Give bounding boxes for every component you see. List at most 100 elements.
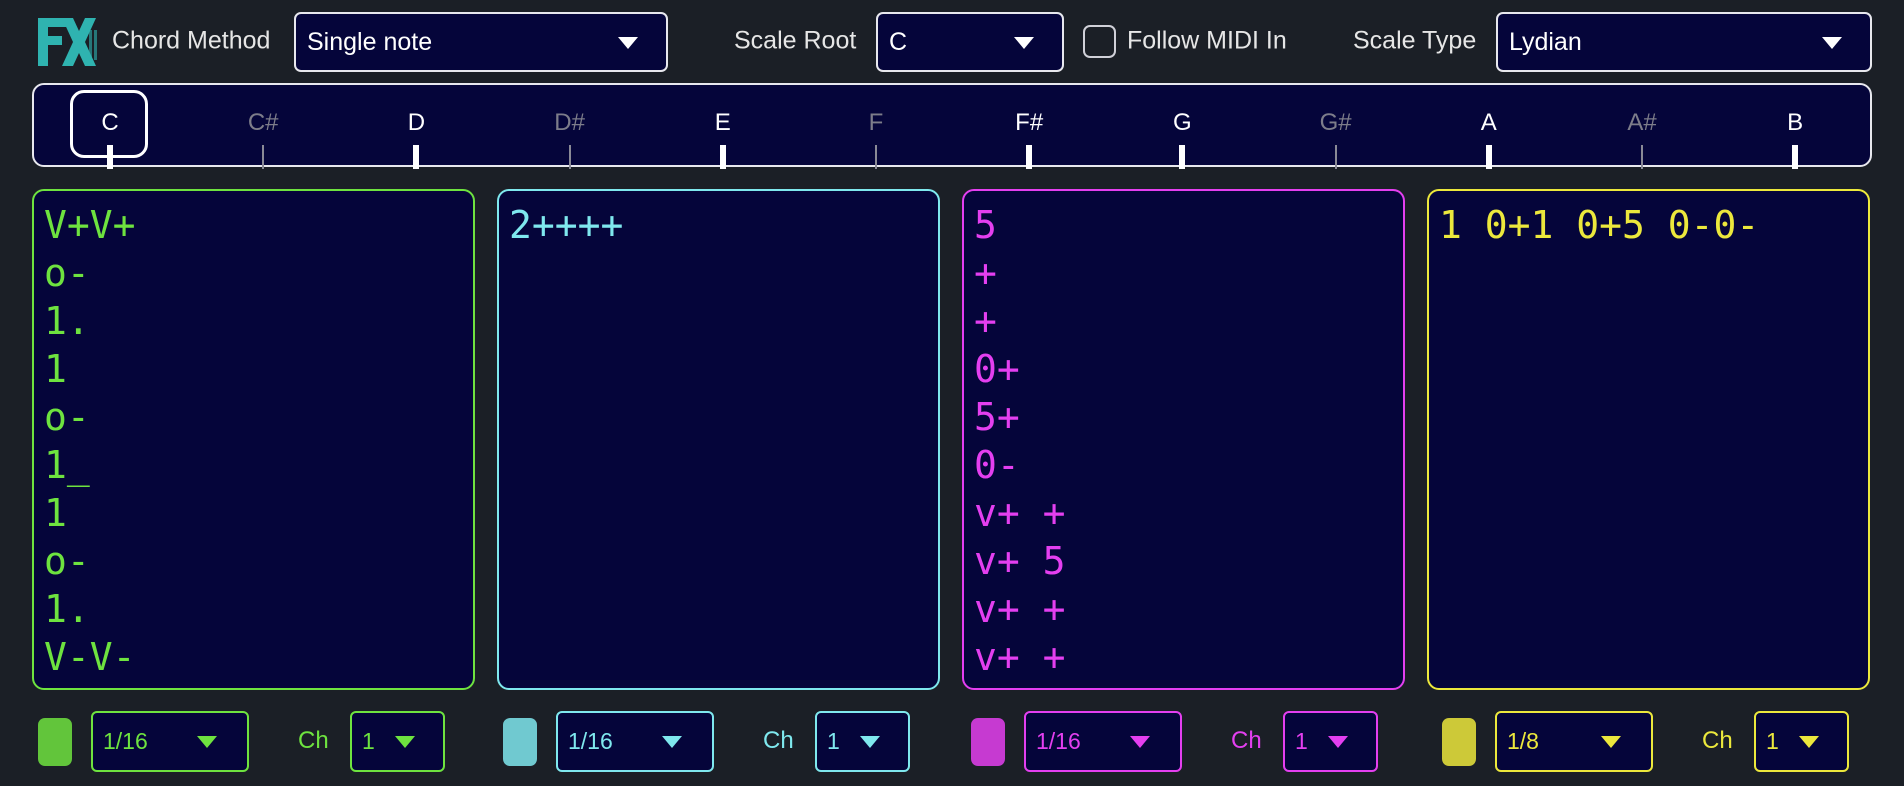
- note-key-label: D: [407, 109, 426, 136]
- note-key-f-sharp[interactable]: F#: [999, 85, 1059, 169]
- note-key-g[interactable]: G: [1152, 85, 1212, 169]
- midi-channel-select[interactable]: 1: [1283, 711, 1378, 772]
- chord-method-value: Single note: [307, 27, 433, 56]
- note-division-value: 1/8: [1507, 728, 1539, 754]
- midi-channel-value: 1: [1295, 728, 1308, 754]
- midi-channel-value: 1: [827, 728, 840, 754]
- note-key-label: B: [1787, 109, 1804, 136]
- note-division-select[interactable]: 1/8: [1495, 711, 1653, 772]
- chevron-down-icon: [197, 735, 217, 748]
- follow-midi-checkbox[interactable]: [1083, 25, 1116, 58]
- note-tick: [413, 145, 420, 169]
- scale-type-select[interactable]: Lydian: [1496, 12, 1872, 72]
- midi-channel-select[interactable]: 1: [1754, 711, 1849, 772]
- note-tick: [262, 145, 265, 169]
- note-key-a-sharp[interactable]: A#: [1612, 85, 1672, 169]
- note-tick: [568, 145, 571, 169]
- channel-label: Ch: [1231, 727, 1262, 754]
- note-tick: [1334, 145, 1337, 169]
- note-division-value: 1/16: [103, 728, 148, 754]
- note-key-g-sharp[interactable]: G#: [1306, 85, 1366, 169]
- chevron-down-icon: [860, 735, 880, 748]
- chevron-down-icon: [1014, 37, 1034, 49]
- channel-label: Ch: [1702, 727, 1733, 754]
- midi-channel-value: 1: [362, 728, 375, 754]
- note-tick: [719, 145, 726, 169]
- note-tick: [1792, 145, 1799, 169]
- note-key-a[interactable]: A: [1459, 85, 1519, 169]
- pattern-line: v+ 5: [974, 539, 1066, 583]
- midi-channel-select[interactable]: 1: [815, 711, 910, 772]
- pattern-line: 5+: [974, 395, 1020, 439]
- note-key-label: D#: [554, 109, 585, 136]
- track-color-swatch[interactable]: [1442, 718, 1476, 766]
- toolbar: Chord Method Single note Scale Root C Fo…: [0, 0, 1904, 82]
- note-key-b[interactable]: B: [1765, 85, 1825, 169]
- pattern-line: 1.: [44, 587, 90, 631]
- pattern-line: V+V+: [44, 203, 136, 247]
- note-key-label: E: [714, 109, 731, 136]
- scale-type-label: Scale Type: [1353, 26, 1477, 55]
- track-color-swatch[interactable]: [38, 718, 72, 766]
- pattern-line: o-: [44, 539, 90, 583]
- pattern-panel-3[interactable]: 5 + +0+ 5+ 0- v+ + v+ 5 v+ + v+ +: [962, 189, 1405, 690]
- note-division-select[interactable]: 1/16: [91, 711, 249, 772]
- track-color-swatch[interactable]: [971, 718, 1005, 766]
- note-division-select[interactable]: 1/16: [556, 711, 714, 772]
- channel-label: Ch: [298, 727, 329, 754]
- note-key-label: A: [1480, 109, 1497, 136]
- scale-root-select[interactable]: C: [876, 12, 1064, 72]
- note-key-label: C#: [247, 109, 279, 136]
- midi-channel-value: 1: [1766, 728, 1779, 754]
- chevron-down-icon: [618, 37, 638, 49]
- chevron-down-icon: [1130, 735, 1150, 748]
- chevron-down-icon: [395, 735, 415, 748]
- pattern-lines: 1 0+1 0+5 0-0-: [1439, 201, 1759, 249]
- pattern-panel-1[interactable]: V+V+ o- 1. 1 o- 1_ 1 o- 1. V-V-: [32, 189, 475, 690]
- pattern-line: 0-: [974, 443, 1020, 487]
- selected-note-cursor[interactable]: [70, 90, 148, 158]
- pattern-lines: 2++++: [509, 201, 623, 249]
- note-key-label: F: [868, 109, 884, 136]
- scale-root-label: Scale Root: [734, 26, 857, 55]
- note-key-d[interactable]: D: [386, 85, 446, 169]
- pattern-lines: 5 + +0+ 5+ 0- v+ + v+ 5 v+ + v+ +: [974, 201, 1066, 681]
- midi-channel-select[interactable]: 1: [350, 711, 445, 772]
- note-division-select[interactable]: 1/16: [1024, 711, 1182, 772]
- chevron-down-icon: [1799, 735, 1819, 748]
- pattern-line: v+ +: [974, 491, 1066, 535]
- note-division-value: 1/16: [1036, 728, 1081, 754]
- chord-method-select[interactable]: Single note: [294, 12, 668, 72]
- pattern-line: 0+: [974, 347, 1020, 391]
- pattern-lines: V+V+ o- 1. 1 o- 1_ 1 o- 1. V-V-: [44, 201, 136, 681]
- note-division-value: 1/16: [568, 728, 613, 754]
- pattern-line: 2++++: [509, 203, 624, 247]
- scale-root-value: C: [889, 27, 908, 56]
- pattern-line: o-: [44, 251, 90, 295]
- pattern-line: 5: [974, 203, 997, 247]
- chevron-down-icon: [1601, 735, 1621, 748]
- note-tick: [1485, 145, 1492, 169]
- note-tick: [875, 145, 877, 169]
- note-tick: [1026, 145, 1033, 169]
- pattern-panel-2[interactable]: 2++++: [497, 189, 940, 690]
- note-key-label: G#: [1319, 109, 1352, 136]
- pattern-line: 1: [44, 491, 67, 535]
- pattern-line: v+ +: [974, 587, 1066, 631]
- note-key-e[interactable]: E: [693, 85, 753, 169]
- pattern-line: V-V-: [44, 635, 136, 679]
- pattern-line: 1.: [44, 299, 90, 343]
- note-key-f[interactable]: F: [846, 85, 906, 169]
- note-key-c-sharp[interactable]: C#: [233, 85, 293, 169]
- pattern-line: +: [974, 299, 997, 343]
- chevron-down-icon: [662, 735, 682, 748]
- chord-method-label: Chord Method: [112, 26, 271, 55]
- scale-note-strip: C C# D D# E F F# G G# A A# B: [32, 83, 1872, 169]
- note-tick: [1179, 145, 1186, 169]
- pattern-panel-4[interactable]: 1 0+1 0+5 0-0-: [1427, 189, 1870, 690]
- track-color-swatch[interactable]: [503, 718, 537, 766]
- channel-label: Ch: [763, 727, 794, 754]
- pattern-line: v+ +: [974, 635, 1066, 679]
- note-key-label: A#: [1627, 109, 1657, 136]
- note-key-d-sharp[interactable]: D#: [540, 85, 600, 169]
